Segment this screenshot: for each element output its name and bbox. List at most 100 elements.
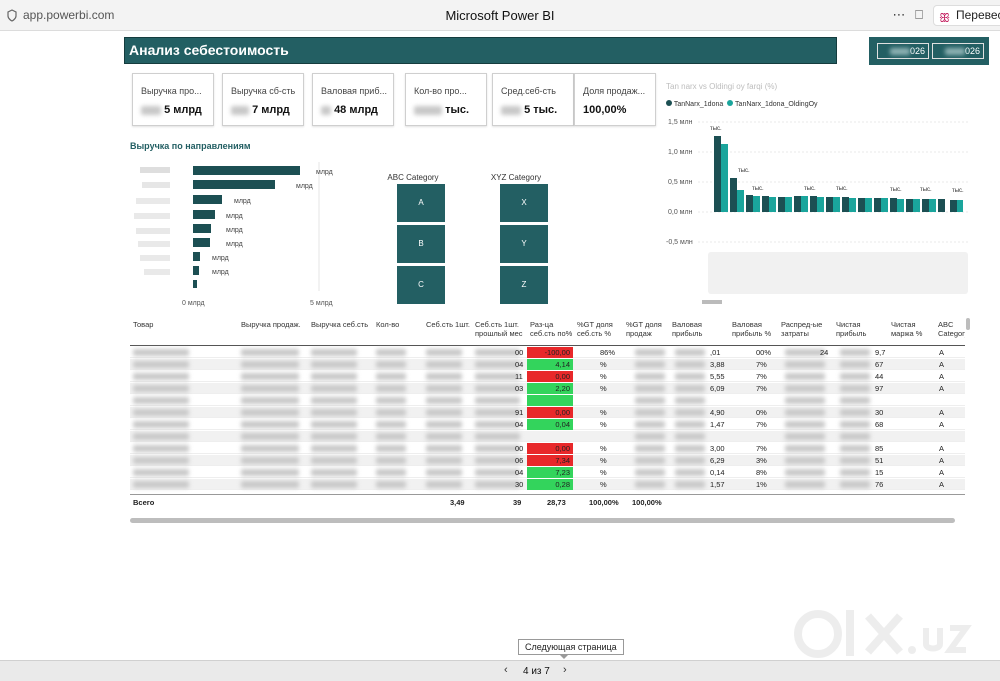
redacted-cell	[426, 409, 462, 416]
col-header[interactable]: %GT доля себ.сть %	[577, 320, 623, 338]
col-header[interactable]: Валовая прибыль %	[732, 320, 776, 338]
table-row[interactable]: 06 7,34% 6,29 3% 51 A	[130, 455, 965, 466]
next-page-tooltip: Следующая страница	[518, 639, 624, 659]
kpi-value: 48 млрд	[321, 104, 378, 116]
col-header[interactable]: Себ.сть 1шт.	[426, 320, 470, 329]
bar[interactable]	[810, 196, 817, 212]
bar[interactable]	[193, 280, 197, 288]
abc-cell-b[interactable]: B	[397, 225, 445, 263]
bar[interactable]	[193, 238, 210, 247]
col-header[interactable]: Товар	[133, 320, 153, 329]
previous-page-button[interactable]: ‹	[504, 664, 508, 676]
col-header[interactable]: Валовая прибыль	[672, 320, 722, 338]
bar[interactable]	[858, 198, 865, 212]
table-total-row: Всего 3,49 39 28,73 100,00% 100,00%	[130, 494, 965, 508]
table-row[interactable]: 91 0,00% 4,90 0% 30 A	[130, 407, 965, 418]
bar[interactable]	[193, 224, 211, 233]
chart-scrollbar[interactable]	[702, 300, 722, 304]
bar[interactable]	[957, 200, 963, 212]
bar[interactable]	[762, 196, 769, 212]
more-icon[interactable]: ⋯	[890, 6, 908, 24]
bar[interactable]	[890, 198, 897, 212]
abc-cell-a[interactable]: A	[397, 184, 445, 222]
table-row[interactable]: 11 0,00% 5,55 7% 44 A	[130, 371, 965, 382]
bar[interactable]	[897, 199, 904, 212]
cost-vs-previous-chart[interactable]: 1,5 млн 1,0 млн 0,5 млн 0,0 млн -0,5 млн	[664, 112, 974, 308]
bar[interactable]	[785, 197, 792, 212]
bar[interactable]	[913, 199, 920, 212]
date-end-field[interactable]: 026	[932, 43, 984, 59]
col-header[interactable]: Распред-ые затраты	[781, 320, 831, 338]
table-row[interactable]: 04 7,23% 0,14 8% 15 A	[130, 467, 965, 478]
table-vertical-scrollbar[interactable]	[966, 318, 970, 330]
table-row[interactable]	[130, 431, 965, 442]
bar[interactable]	[193, 180, 275, 189]
bar[interactable]	[938, 199, 945, 212]
table-row[interactable]: 30 0,28% 1,57 1% 76 A	[130, 479, 965, 490]
col-header[interactable]: Кол-во	[376, 320, 399, 329]
revenue-by-direction-chart[interactable]: млрд млрд млрд млрд млрд млрд млрд млрд …	[130, 158, 345, 308]
bar[interactable]	[906, 199, 913, 212]
table-row[interactable]: 04 4,14% 3,88 7% 67 A	[130, 359, 965, 370]
table-horizontal-scrollbar[interactable]	[130, 518, 955, 523]
table-row[interactable]: 00 0,00% 3,00 7% 85 A	[130, 443, 965, 454]
legend-item[interactable]: TanNarx_1dona	[674, 101, 723, 108]
redacted-cell	[675, 361, 705, 368]
translate-button[interactable]: ꕥ Перевест	[933, 5, 1000, 26]
abc-cell-c[interactable]: C	[397, 266, 445, 304]
xyz-cell-z[interactable]: Z	[500, 266, 548, 304]
kpi-card-revenue-cost[interactable]: Выручка сб-сть 7 млрд	[222, 73, 304, 126]
bar[interactable]	[193, 166, 300, 175]
date-start-field[interactable]: 026	[877, 43, 929, 59]
bar[interactable]	[193, 252, 200, 261]
bar[interactable]	[826, 197, 833, 212]
xyz-cell-y[interactable]: Y	[500, 225, 548, 263]
bar[interactable]	[922, 199, 929, 212]
bar[interactable]	[874, 198, 881, 212]
kpi-card-gross-profit[interactable]: Валовая приб... 48 млрд	[312, 73, 394, 126]
table-row[interactable]: 03 2,20% 6,09 7% 97 A	[130, 383, 965, 394]
bar[interactable]	[714, 136, 721, 212]
col-header[interactable]: Раз-ца себ.сть по%	[530, 320, 576, 338]
bar[interactable]	[849, 198, 856, 212]
col-header[interactable]: Выручка себ.сть	[311, 320, 368, 329]
table-row[interactable]: 04 0,04% 1,47 7% 68 A	[130, 419, 965, 430]
bar[interactable]	[881, 198, 888, 212]
bar[interactable]	[753, 196, 760, 212]
kpi-card-revenue[interactable]: Выручка про... 5 млрд	[132, 73, 214, 126]
col-header[interactable]: %GT доля продаж	[626, 320, 666, 338]
table-row[interactable]	[130, 395, 965, 406]
bar[interactable]	[865, 198, 872, 212]
col-header[interactable]: Чистая прибыль	[836, 320, 880, 338]
kpi-card-sales-share[interactable]: Доля продаж... 100,00%	[574, 73, 656, 126]
col-header[interactable]: Себ.сть 1шт. прошлый мес	[475, 320, 525, 338]
bar[interactable]	[929, 199, 936, 212]
xyz-cell-x[interactable]: X	[500, 184, 548, 222]
col-header[interactable]: ABC Category	[938, 320, 965, 338]
bar[interactable]	[778, 197, 785, 212]
bar[interactable]	[950, 200, 957, 212]
bar[interactable]	[817, 197, 824, 212]
bar[interactable]	[842, 197, 849, 212]
table-row[interactable]: 00 -100,00 86% ,01 00% 24 9,7 A	[130, 347, 965, 358]
legend-item[interactable]: TanNarx_1dona_OldingOy	[735, 101, 818, 108]
kpi-card-quantity[interactable]: Кол-во про... тыс.	[405, 73, 487, 126]
bar[interactable]	[193, 210, 215, 219]
bar[interactable]	[193, 266, 199, 275]
bar[interactable]	[193, 195, 222, 204]
kpi-card-avg-cost[interactable]: Сред.себ-сть 5 тыс.	[492, 73, 574, 126]
bar[interactable]	[721, 144, 728, 212]
bar[interactable]	[769, 197, 776, 212]
next-page-button[interactable]: ›	[563, 664, 567, 676]
col-header[interactable]: Выручка продаж.	[241, 320, 301, 329]
cost-analysis-table[interactable]: Товар Выручка продаж. Выручка себ.сть Ко…	[130, 316, 965, 516]
bookmark-icon[interactable]: ⎕	[910, 6, 928, 24]
bar[interactable]	[737, 190, 744, 212]
data-label: тыс.	[920, 187, 932, 193]
bar[interactable]	[833, 197, 840, 212]
bar[interactable]	[801, 196, 808, 212]
bar[interactable]	[794, 196, 801, 212]
col-header[interactable]: Чистая маржа %	[891, 320, 927, 338]
bar[interactable]	[746, 195, 753, 212]
bar[interactable]	[730, 178, 737, 212]
